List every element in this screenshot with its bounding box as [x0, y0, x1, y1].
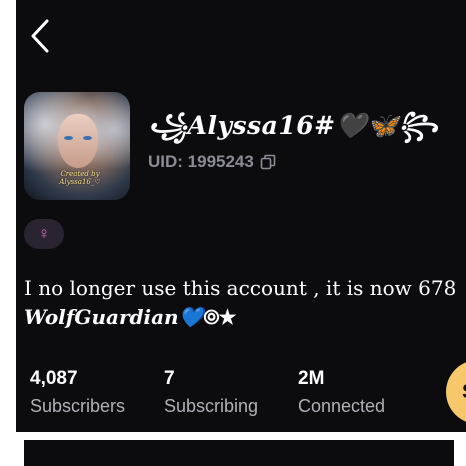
bio-line-2: WolfGuardian💙⦾★: [24, 303, 466, 332]
stat-label: Connected: [298, 396, 386, 416]
avatar-credit-text: Created by Alyssa16_♡: [59, 170, 101, 186]
bio-line-1: I no longer use this account , it is now…: [24, 276, 457, 300]
stat-value: 2M: [298, 368, 325, 389]
bio: I no longer use this account , it is now…: [24, 274, 466, 332]
uid-text: UID: 1995243: [148, 152, 254, 171]
female-icon: ♀: [37, 224, 51, 243]
stat-subscribers[interactable]: 4,087 Subscribers: [30, 368, 164, 417]
avatar-face: [58, 114, 98, 168]
stat-label: Subscribing: [164, 396, 259, 416]
content-card-inner: [24, 440, 454, 466]
bio-line-2-text: WolfGuardian💙: [24, 305, 204, 329]
profile-screen: Created by Alyssa16_♡ ꧁Alyssa16#🖤🦋꧂ UID:…: [16, 0, 466, 466]
stats-row: 4,087 Subscribers 7 Subscribing 2M Conne…: [30, 368, 432, 417]
stat-connected[interactable]: 2M Connected: [298, 368, 432, 417]
bio-line-2-suffix: ⦾★: [203, 305, 236, 329]
chevron-left-icon: [31, 19, 49, 53]
uid-row: UID: 1995243: [148, 152, 276, 172]
avatar[interactable]: Created by Alyssa16_♡: [24, 92, 130, 200]
gender-badge: ♀: [24, 219, 64, 249]
subscribe-button[interactable]: S: [446, 360, 466, 424]
content-card: [16, 432, 466, 466]
avatar-eye-left: [64, 136, 73, 140]
back-button[interactable]: [24, 14, 56, 58]
username: ꧁Alyssa16#🖤🦋꧂: [148, 111, 439, 140]
copy-icon[interactable]: [260, 154, 276, 170]
stat-label: Subscribers: [30, 396, 126, 416]
stat-value: 7: [164, 368, 175, 389]
stat-value: 4,087: [30, 368, 78, 389]
avatar-eye-right: [83, 136, 92, 140]
subscribe-button-label: S: [462, 381, 466, 404]
stat-subscribing[interactable]: 7 Subscribing: [164, 368, 298, 417]
